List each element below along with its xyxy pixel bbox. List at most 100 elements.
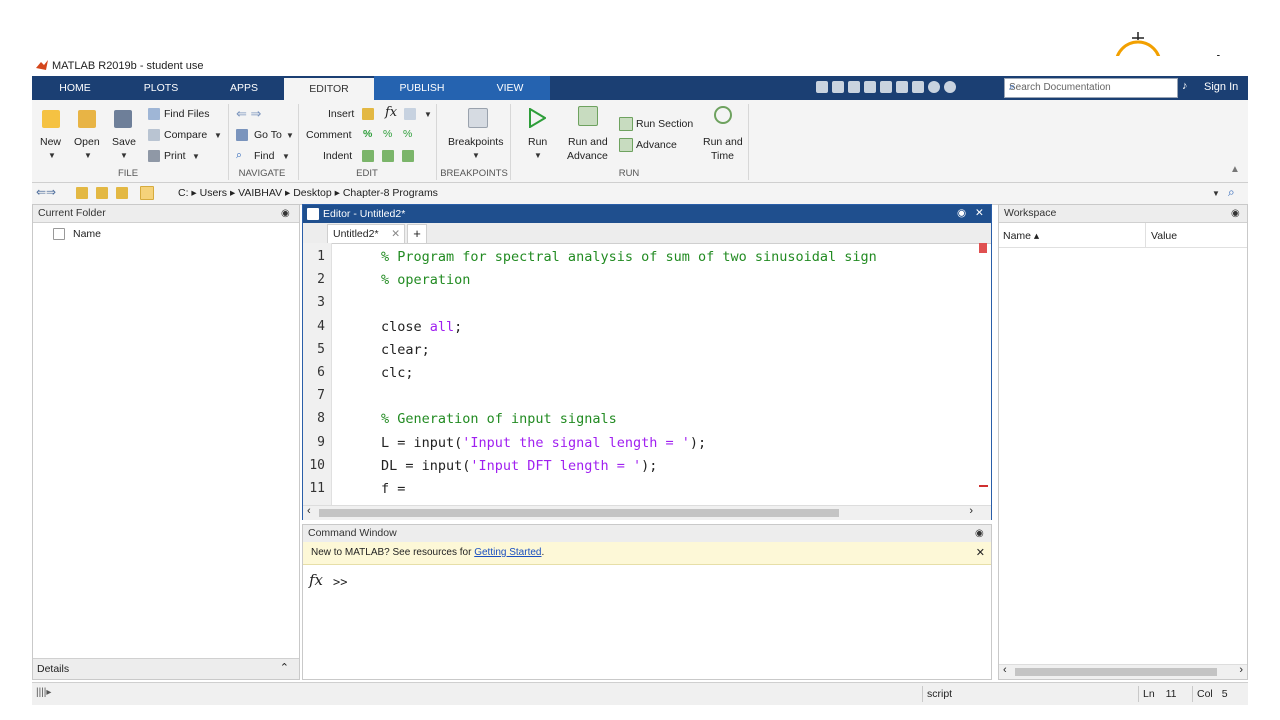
run-and-advance-icon[interactable] [578,106,598,126]
paste-quick-icon[interactable] [864,81,876,93]
insert-section-icon[interactable] [362,108,374,120]
search-folder-icon[interactable]: ⌕ [1228,185,1235,200]
details-bar[interactable]: Details ⌃ [33,658,299,679]
tab-home[interactable]: HOME [32,76,118,100]
close-editor-icon[interactable]: ✕ [975,207,984,219]
run-section-button[interactable]: Run Section [636,118,693,130]
run-dropdown-icon[interactable]: ▼ [534,151,542,160]
code-line[interactable]: f = [381,481,414,497]
smart-indent-icon[interactable] [362,150,374,162]
advance-button[interactable]: Advance [636,139,677,151]
uncomment-icon[interactable]: % [383,128,392,140]
open-dropdown-icon[interactable]: ▼ [84,151,92,160]
run-section-icon[interactable] [619,117,633,131]
comment-button[interactable]: Comment [306,129,352,141]
run-and-advance-line1[interactable]: Run and [568,136,608,148]
save-button[interactable]: Save [112,136,136,148]
open-button[interactable]: Open [74,136,100,148]
go-to-dropdown-icon[interactable]: ▼ [286,131,294,140]
new-tab-plus-icon[interactable]: + [407,224,427,243]
tab-apps[interactable]: APPS [204,76,284,100]
compare-dropdown-icon[interactable]: ▼ [214,131,222,140]
code-line[interactable]: close all; [381,319,462,335]
new-dropdown-icon[interactable]: ▼ [48,151,56,160]
print-button[interactable]: Print [164,150,186,162]
workspace-value-column[interactable]: Value [1151,230,1177,242]
insert-dropdown-icon[interactable]: ▼ [424,110,432,119]
scrollbar-thumb[interactable] [319,509,839,517]
scrollbar-thumb[interactable] [1015,668,1217,676]
chevron-up-icon[interactable]: ⌃ [280,661,289,674]
tab-editor[interactable]: EDITOR [284,76,374,100]
indent-button[interactable]: Indent [323,150,352,162]
compare-button[interactable]: Compare [164,129,207,141]
advance-icon[interactable] [619,138,633,152]
find-button[interactable]: Find [254,150,274,162]
scroll-right-icon[interactable]: › [1239,664,1243,676]
tab-plots[interactable]: PLOTS [118,76,204,100]
path-dropdown-icon[interactable]: ▼ [1212,189,1220,198]
breakpoints-icon[interactable] [468,108,488,128]
code-line[interactable]: clear; [381,342,430,358]
command-prompt[interactable]: >> [333,575,347,589]
comment-icon[interactable]: % [363,128,372,140]
go-to-button[interactable]: Go To [254,129,282,141]
command-window-menu-icon[interactable]: ◉ [975,528,984,539]
notification-bell-icon[interactable]: ♪ [1182,80,1188,92]
redo-quick-icon[interactable] [896,81,908,93]
editor-file-tab[interactable]: Untitled2* ✕ [327,224,405,243]
dropdown-quick-icon[interactable] [944,81,956,93]
cut-quick-icon[interactable] [832,81,844,93]
workspace-menu-icon[interactable]: ◉ [1231,208,1240,219]
save-icon[interactable] [114,110,132,128]
help-icon[interactable] [928,81,940,93]
tab-view[interactable]: VIEW [470,76,550,100]
tab-publish[interactable]: PUBLISH [374,76,470,100]
workspace-name-column[interactable]: Name ▴ [1003,230,1039,242]
nav-back-forward-icon[interactable]: ⇐⇒ [36,185,56,199]
switch-windows-icon[interactable] [912,81,924,93]
new-button[interactable]: New [40,136,61,148]
increase-indent-icon[interactable] [382,150,394,162]
getting-started-link[interactable]: Getting Started [474,547,541,558]
new-icon[interactable] [42,110,60,128]
undo-quick-icon[interactable] [880,81,892,93]
function-browser-icon[interactable]: fx [309,571,323,589]
code-line[interactable]: clc; [381,365,414,381]
run-and-time-icon[interactable] [714,106,732,124]
name-column-header[interactable]: Name [73,228,101,240]
close-tab-icon[interactable]: ✕ [391,225,400,243]
breakpoints-button[interactable]: Breakpoints [448,136,503,148]
workspace-horizontal-scrollbar[interactable]: ‹ › [999,664,1247,679]
code-line[interactable]: % operation [381,272,470,288]
close-banner-icon[interactable]: ✕ [976,542,985,564]
decrease-indent-icon[interactable] [402,150,414,162]
insert-object-icon[interactable] [404,108,416,120]
sign-in-link[interactable]: Sign In [1204,81,1238,93]
code-line[interactable]: DL = input('Input DFT length = '); [381,458,657,474]
editor-menu-icon[interactable]: ◉ [957,207,966,219]
find-dropdown-icon[interactable]: ▼ [282,152,290,161]
panel-menu-icon[interactable]: ◉ [281,208,290,219]
up-folder-icon[interactable] [76,187,88,199]
print-dropdown-icon[interactable]: ▼ [192,152,200,161]
code-line[interactable]: L = input('Input the signal length = '); [381,435,706,451]
search-documentation-input[interactable]: Search Documentation ⌕ [1004,78,1178,98]
search-icon[interactable]: ⌕ [1009,81,1173,94]
save-dropdown-icon[interactable]: ▼ [120,151,128,160]
back-forward-icon[interactable]: ⇐ ⇒ [236,106,261,122]
browse-folder-icon[interactable] [96,187,108,199]
insert-button[interactable]: Insert [328,108,354,120]
breadcrumb[interactable]: C: ▸ Users ▸ VAIBHAV ▸ Desktop ▸ Chapter… [178,187,438,199]
run-and-time-line2[interactable]: Time [711,150,734,162]
run-button[interactable]: Run [528,136,547,148]
run-icon[interactable] [528,108,546,128]
folder-tools-icon[interactable] [116,187,128,199]
scroll-right-icon[interactable]: › [969,505,973,517]
scroll-left-icon[interactable]: ‹ [307,505,311,517]
insert-function-icon[interactable]: fx [385,105,397,120]
save-quick-icon[interactable] [816,81,828,93]
wrap-comment-icon[interactable]: % [403,128,412,140]
code-line[interactable]: % Program for spectral analysis of sum o… [381,249,877,265]
open-folder-icon[interactable] [78,110,96,128]
